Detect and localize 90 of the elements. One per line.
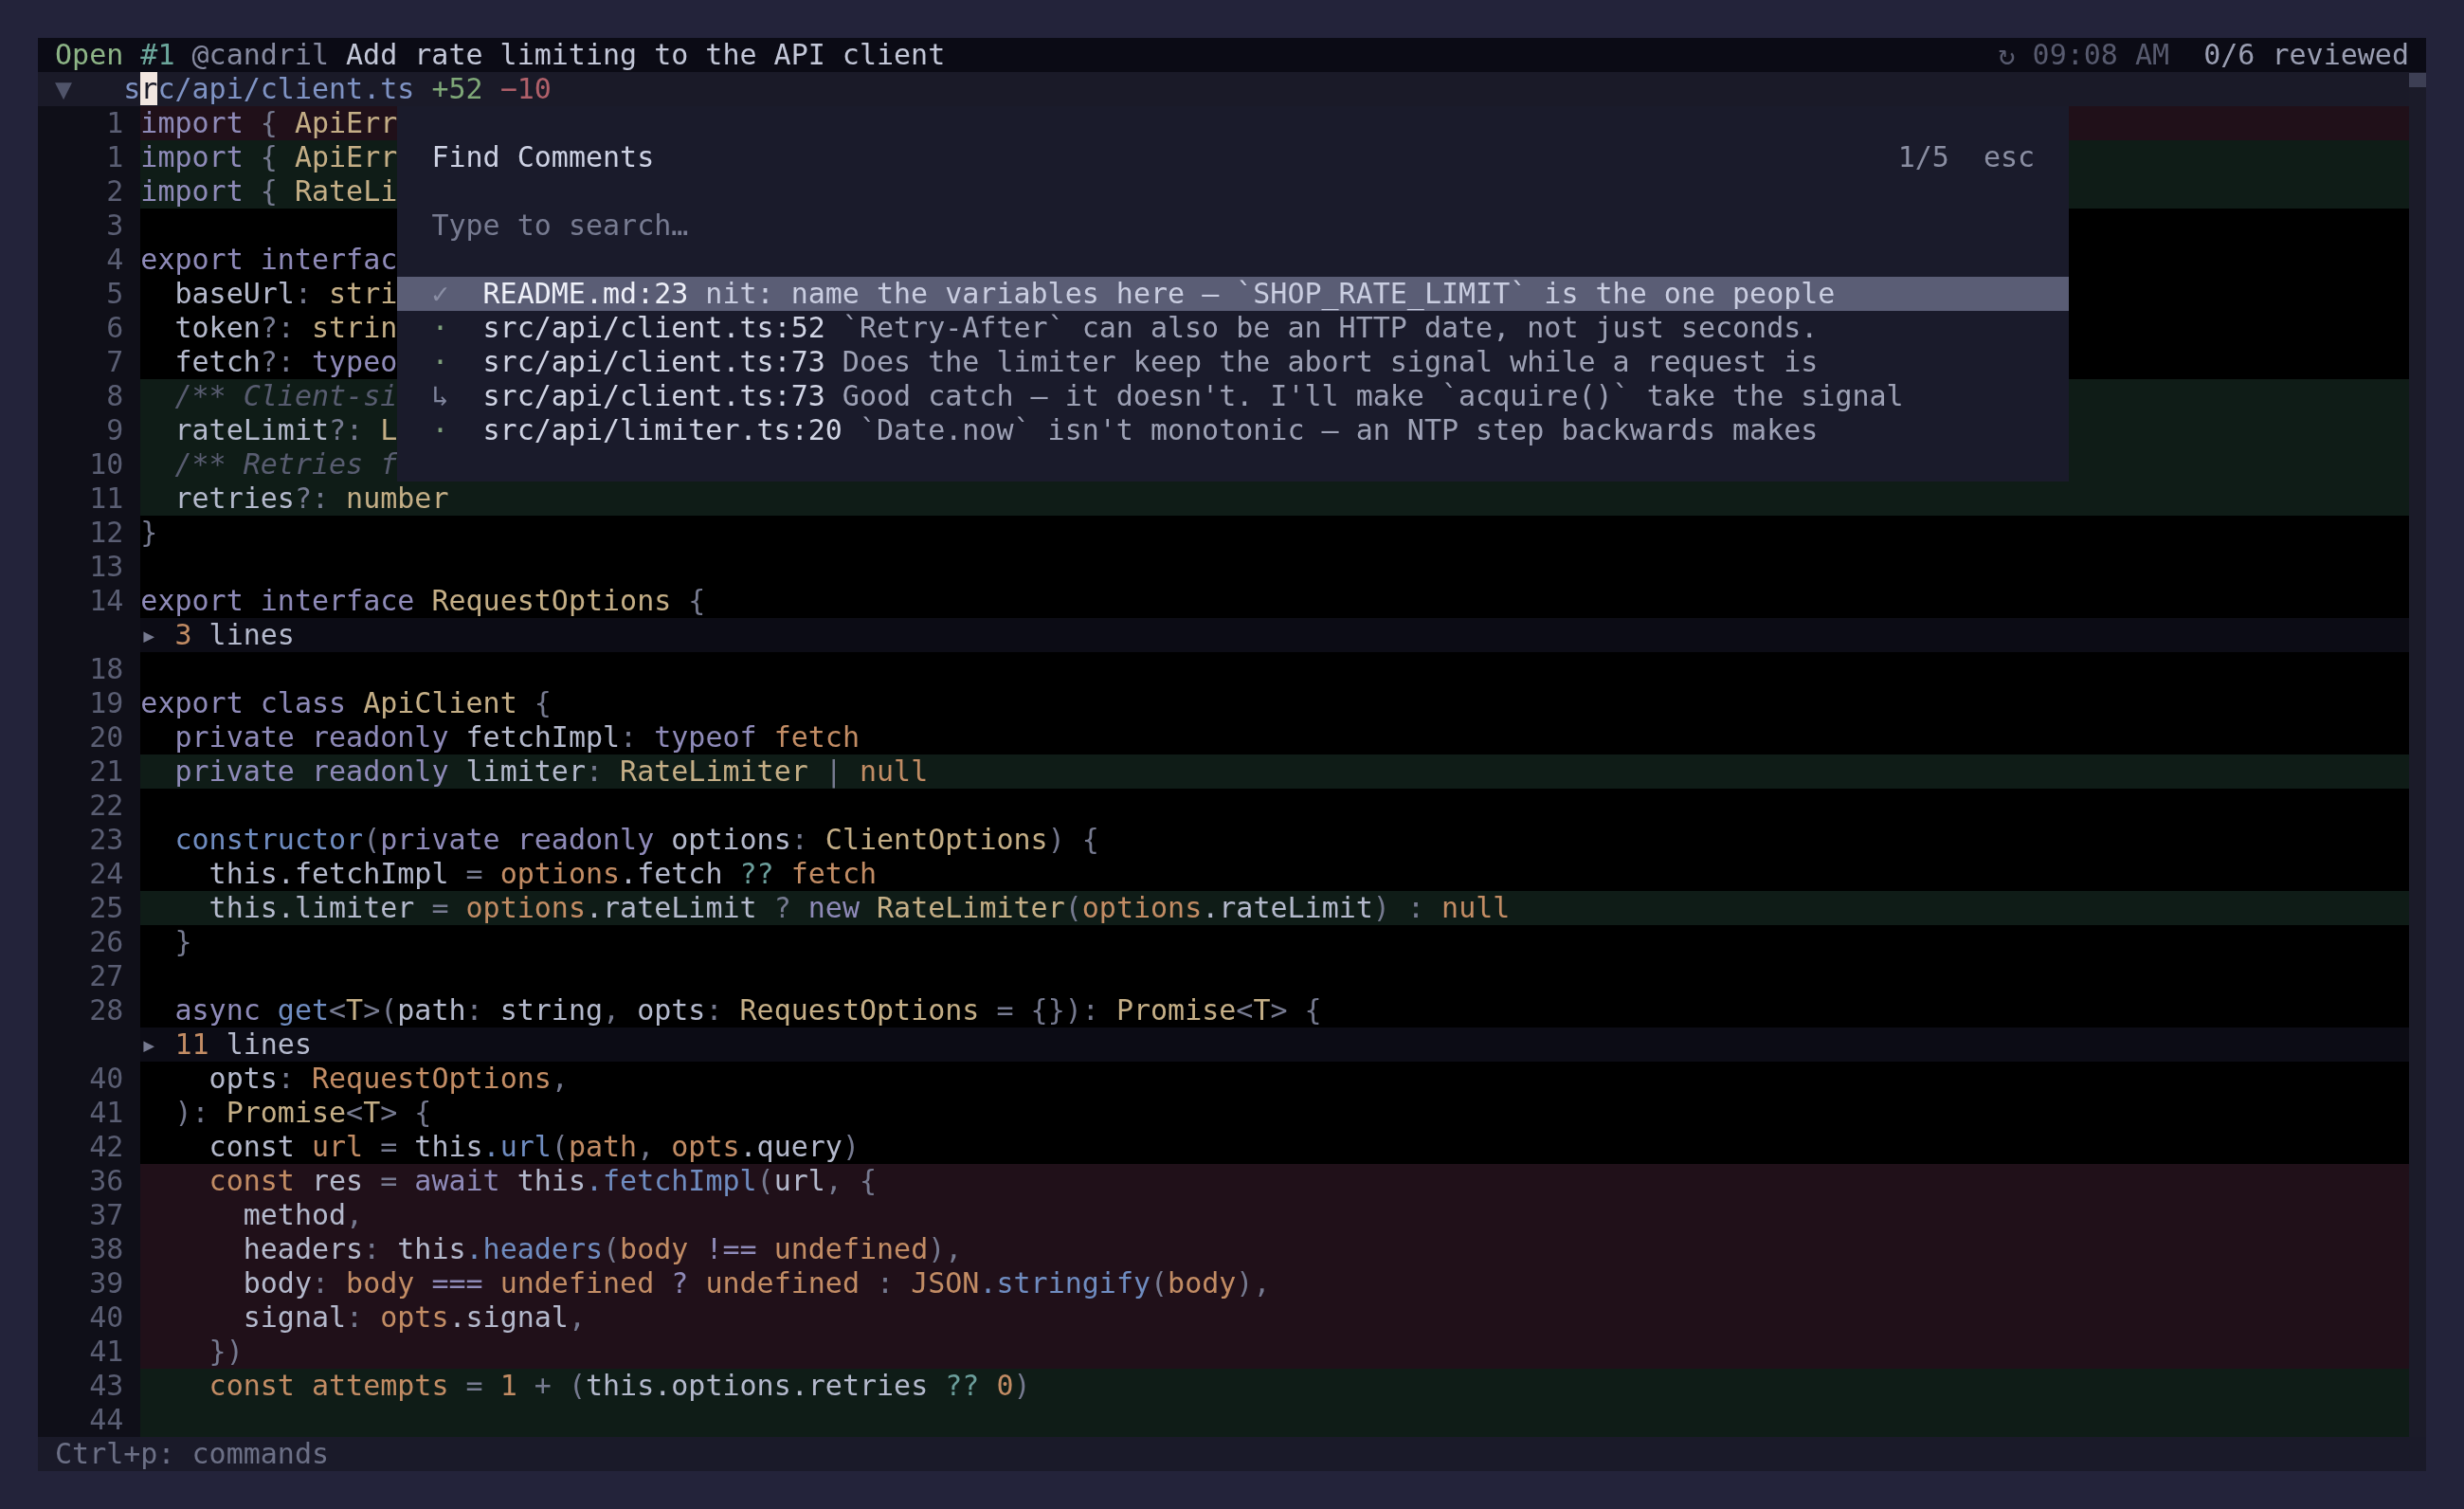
code-line: constructor(private readonly options: ClientOptions) {: [174, 823, 1099, 857]
code-line: opts: RequestOptions,: [208, 1062, 569, 1096]
code-line: }: [140, 516, 158, 550]
file-path[interactable]: s rc/api/client.ts: [123, 72, 415, 106]
line-number: 28: [89, 993, 124, 1027]
line-number: 14: [89, 584, 124, 617]
line-number: 41: [89, 1096, 124, 1129]
line-number: 1: [106, 140, 124, 173]
comment-result[interactable]: · src/api/client.ts:73 Does the limiter keep the abort signal while a request is: [397, 345, 2070, 379]
author-name: @candril: [191, 38, 329, 72]
code-line: const res = await this.fetchImpl(url, {: [208, 1164, 878, 1198]
comment-result[interactable]: · src/api/client.ts:52 `Retry-After` can also be an HTTP date, not just seconds.: [397, 311, 2070, 345]
code-line: private readonly fetchImpl: typeof fetch: [174, 720, 860, 754]
code-line: token?: strin: [174, 311, 398, 345]
code-line: const url = this.url(path, opts.query): [208, 1130, 860, 1164]
code-line: retries?: number: [174, 482, 449, 516]
fold-toggle[interactable]: ▸ 11 lines: [140, 1027, 2409, 1062]
comment-result[interactable]: ↳ src/api/client.ts:73 Good catch — it doesn't. I'll make `acquire()` take the signal: [397, 379, 2070, 413]
popup-title: Find Comments: [431, 140, 655, 174]
line-number: 5: [106, 277, 124, 310]
code-line: export interfac: [140, 243, 398, 277]
code-line: this.limiter = options.rateLimit ? new RateLimiter(options.rateLimit) : null: [208, 891, 1511, 925]
comment-result[interactable]: ✓ README.md:23 nit: name the variables here — `SHOP_RATE_LIMIT` is the one people: [397, 277, 2070, 311]
line-number: 43: [89, 1369, 124, 1402]
line-number: 44: [89, 1403, 124, 1436]
line-number: 42: [89, 1130, 124, 1163]
pull-request-title: Add rate limiting to the API client: [346, 38, 946, 72]
code-line: }: [174, 925, 192, 959]
line-number: 36: [89, 1164, 124, 1197]
search-field[interactable]: Type to search…: [431, 209, 2036, 243]
line-number: 39: [89, 1266, 124, 1300]
line-number: 26: [89, 925, 124, 958]
line-number: 40: [89, 1300, 124, 1334]
line-number: 18: [89, 652, 124, 685]
line-number: 20: [89, 720, 124, 754]
line-number: 27: [89, 959, 124, 992]
review-state: Open: [55, 38, 124, 72]
code-line: }): [208, 1335, 244, 1369]
line-number: 22: [89, 789, 124, 822]
code-line: signal: opts.signal,: [243, 1300, 586, 1335]
line-number: 9: [106, 413, 124, 446]
pull-request-number: #1: [140, 38, 175, 72]
code-line: async get<T>(path: string, opts: RequestOptions = {}): Promise<T> {: [174, 993, 1322, 1027]
code-line: body: body === undefined ? undefined : JSON.stringify(body),: [243, 1266, 1271, 1300]
escape-key-hint: esc: [1984, 140, 2036, 174]
line-number: 1: [106, 106, 124, 139]
code-line: /** Client-si: [174, 379, 398, 413]
refresh-time: 09:08 AM: [2032, 38, 2170, 72]
result-count: 1/5: [1897, 140, 1949, 174]
line-number: 41: [89, 1335, 124, 1368]
code-line: /** Retries f: [174, 447, 398, 482]
code-line: headers: this.headers(body !== undefined),: [243, 1232, 963, 1266]
line-number: 38: [89, 1232, 124, 1265]
line-number: 2: [106, 174, 124, 208]
code-line: export class ApiClient {: [140, 686, 552, 720]
line-number: 25: [89, 891, 124, 924]
code-line: baseUrl: stri: [174, 277, 398, 311]
reviewed-files-count: 0/6 reviewed: [2203, 38, 2409, 72]
line-number: 8: [106, 379, 124, 412]
refresh-icon: ↻: [1998, 38, 2016, 72]
comment-result[interactable]: · src/api/limiter.ts:20 `Date.now` isn't monotonic — an NTP step backwards makes: [397, 413, 2070, 447]
line-number: 23: [89, 823, 124, 856]
fold-toggle[interactable]: ▸ 3 lines: [140, 618, 2409, 652]
deletions-count: −10: [499, 72, 552, 106]
line-number: 24: [89, 857, 124, 890]
line-number: 11: [89, 482, 124, 515]
line-number: 12: [89, 516, 124, 549]
line-number: 19: [89, 686, 124, 719]
additions-count: +52: [431, 72, 483, 106]
code-line: fetch?: typeo: [174, 345, 398, 379]
code-line: import { RateLi: [140, 174, 398, 209]
line-number: 3: [106, 209, 124, 242]
code-line: ): Promise<T> {: [174, 1096, 432, 1130]
key-hint: Ctrl+p: commands: [55, 1437, 330, 1471]
code-line: method,: [243, 1198, 364, 1232]
code-line: const attempts = 1 + (this.options.retries ?? 0): [208, 1369, 1031, 1403]
line-number: 4: [106, 243, 124, 276]
code-line: rateLimit?: L: [174, 413, 398, 447]
line-number: 13: [89, 550, 124, 583]
line-number: 10: [89, 447, 124, 481]
code-line: import { ApiErr: [140, 106, 398, 140]
code-line: this.fetchImpl = options.fetch ?? fetch: [208, 857, 878, 891]
line-number: 7: [106, 345, 124, 378]
line-number: 37: [89, 1198, 124, 1231]
line-number: 40: [89, 1062, 124, 1095]
code-line: private readonly limiter: RateLimiter | null: [174, 754, 929, 789]
line-number: 6: [106, 311, 124, 344]
line-number: 21: [89, 754, 124, 788]
code-line: import { ApiErr: [140, 140, 398, 174]
code-line: export interface RequestOptions {: [140, 584, 706, 618]
